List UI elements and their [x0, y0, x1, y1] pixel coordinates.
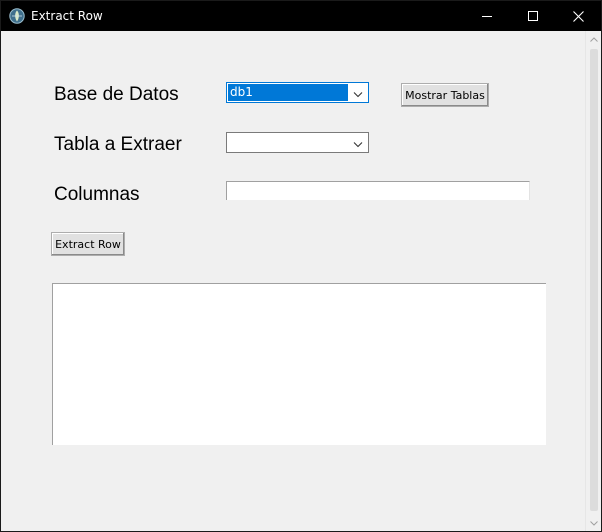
- close-icon: [572, 10, 584, 22]
- scroll-up-icon[interactable]: [586, 31, 601, 47]
- window-title: Extract Row: [31, 9, 103, 23]
- scroll-down-icon[interactable]: [586, 515, 601, 531]
- database-dropdown[interactable]: db1: [226, 82, 369, 103]
- chevron-down-icon[interactable]: [351, 86, 365, 99]
- minimize-button[interactable]: [464, 1, 510, 31]
- maximize-icon: [528, 11, 538, 21]
- extract-row-button[interactable]: Extract Row: [51, 232, 125, 256]
- app-icon: [9, 8, 25, 24]
- database-selected-value: db1: [228, 84, 348, 101]
- columns-input[interactable]: [226, 181, 530, 200]
- close-button[interactable]: [555, 1, 601, 31]
- database-label: Base de Datos: [54, 84, 179, 105]
- table-label: Tabla a Extraer: [54, 134, 182, 155]
- vertical-scrollbar[interactable]: [585, 31, 601, 531]
- title-bar[interactable]: Extract Row: [1, 1, 601, 31]
- app-window: Extract Row Base de Datos db1 Mostrar Ta…: [0, 0, 602, 532]
- minimize-icon: [482, 16, 492, 17]
- table-dropdown[interactable]: [226, 132, 369, 153]
- chevron-down-icon[interactable]: [351, 136, 365, 149]
- output-textarea[interactable]: [52, 283, 546, 445]
- scroll-thumb[interactable]: [590, 49, 598, 511]
- show-tables-button[interactable]: Mostrar Tablas: [401, 83, 489, 107]
- maximize-button[interactable]: [510, 1, 556, 31]
- table-selected-value: [228, 134, 348, 151]
- columns-label: Columnas: [54, 184, 140, 205]
- client-area: Base de Datos db1 Mostrar Tablas Tabla a…: [1, 31, 601, 531]
